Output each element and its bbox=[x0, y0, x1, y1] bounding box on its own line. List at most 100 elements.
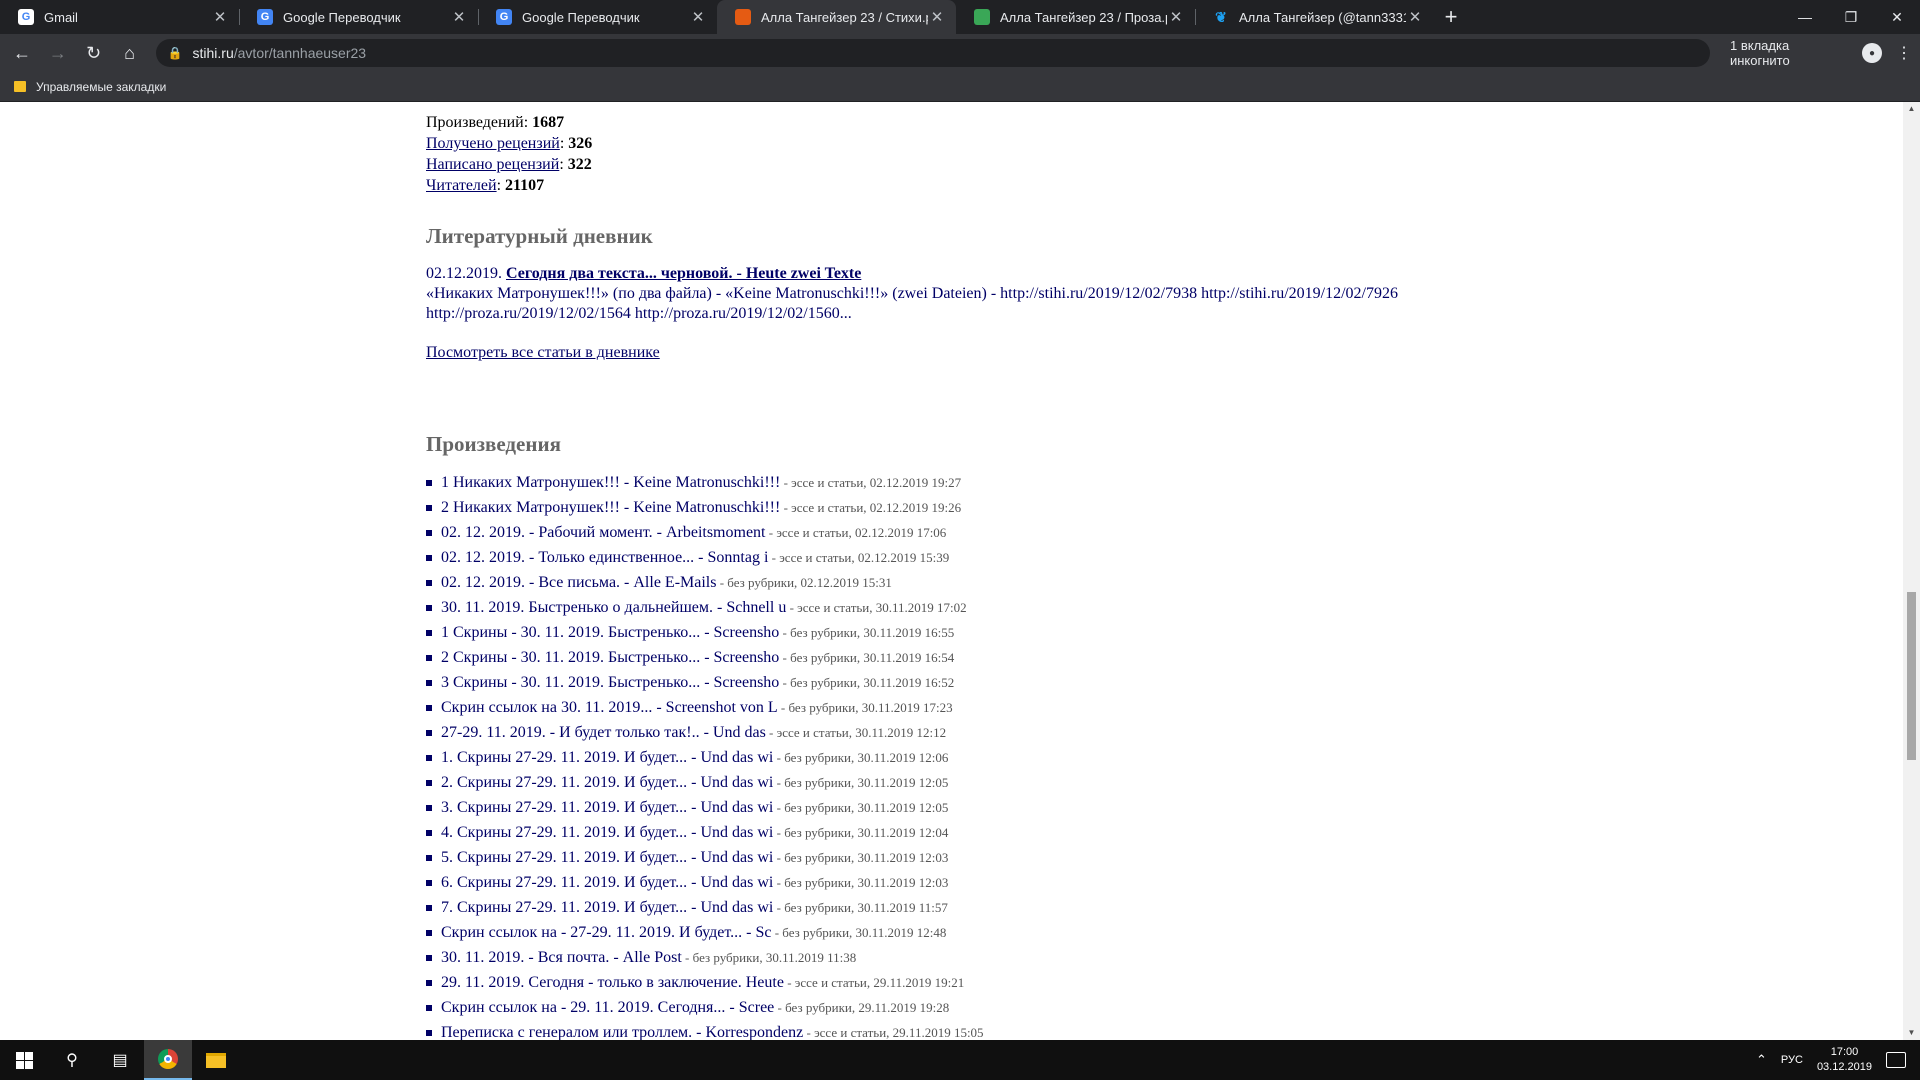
work-list-item: 7. Скрины 27-29. 11. 2019. И будет... - … bbox=[426, 897, 1526, 922]
work-meta: - без рубрики, 02.12.2019 15:31 bbox=[716, 575, 892, 590]
work-meta: - без рубрики, 30.11.2019 12:05 bbox=[773, 800, 949, 815]
tab-close-icon[interactable]: ✕ bbox=[1167, 8, 1185, 26]
work-meta: - эссе и статьи, 02.12.2019 19:27 bbox=[780, 475, 962, 490]
forward-arrow-icon[interactable]: → bbox=[44, 39, 72, 67]
browser-tab-title: Google Переводчик bbox=[522, 9, 640, 25]
work-title-link[interactable]: Скрин ссылок на 30. 11. 2019... - Screen… bbox=[441, 699, 778, 716]
tray-chevron-up-icon[interactable]: ⌃ bbox=[1756, 1052, 1767, 1068]
browser-tab-title: Алла Тангейзер 23 / Проза.ру bbox=[1000, 9, 1167, 25]
window-close-icon[interactable]: ✕ bbox=[1874, 0, 1920, 34]
stat-reviews-received-value: 326 bbox=[568, 135, 593, 152]
work-title-link[interactable]: 29. 11. 2019. Сегодня - только в заключе… bbox=[441, 974, 784, 991]
work-title-link[interactable]: Переписка с генералом или троллем. - Kor… bbox=[441, 1024, 803, 1040]
file-explorer-icon[interactable] bbox=[192, 1040, 240, 1080]
window-controls: — ❐ ✕ bbox=[1782, 0, 1920, 34]
square-bullet-icon bbox=[426, 580, 432, 586]
work-title-link[interactable]: 5. Скрины 27-29. 11. 2019. И будет... - … bbox=[441, 849, 773, 866]
work-title-link[interactable]: 3 Скрины - 30. 11. 2019. Быстренько... -… bbox=[441, 674, 779, 691]
work-title-link[interactable]: Скрин ссылок на - 27-29. 11. 2019. И буд… bbox=[441, 924, 771, 941]
work-title-link[interactable]: 3. Скрины 27-29. 11. 2019. И будет... - … bbox=[441, 799, 773, 816]
minimize-icon[interactable]: — bbox=[1782, 0, 1828, 34]
work-list-item: 5. Скрины 27-29. 11. 2019. И будет... - … bbox=[426, 847, 1526, 872]
reload-icon[interactable]: ↻ bbox=[80, 39, 108, 67]
square-bullet-icon bbox=[426, 730, 432, 736]
browser-tab[interactable]: G Gmail ✕ bbox=[0, 0, 239, 34]
diary-entry-header: 02.12.2019. Сегодня два текста... чернов… bbox=[426, 264, 1526, 284]
work-list-item: 2 Скрины - 30. 11. 2019. Быстренько... -… bbox=[426, 647, 1526, 672]
stihi-icon bbox=[735, 9, 751, 25]
task-view-icon[interactable]: ▤ bbox=[96, 1040, 144, 1080]
notifications-icon[interactable] bbox=[1886, 1052, 1906, 1068]
work-title-link[interactable]: 02. 12. 2019. - Только единственное... -… bbox=[441, 549, 768, 566]
tab-close-icon[interactable]: ✕ bbox=[689, 8, 707, 26]
browser-tab-title: Алла Тангейзер (@tann333111a bbox=[1239, 9, 1406, 25]
work-list-item: 1. Скрины 27-29. 11. 2019. И будет... - … bbox=[426, 747, 1526, 772]
new-tab-plus-icon[interactable]: + bbox=[1434, 0, 1468, 34]
tab-close-icon[interactable]: ✕ bbox=[1406, 8, 1424, 26]
work-title-link[interactable]: Скрин ссылок на - 29. 11. 2019. Сегодня.… bbox=[441, 999, 774, 1016]
work-title-link[interactable]: 30. 11. 2019. Быстренько о дальнейшем. -… bbox=[441, 599, 786, 616]
reviews-received-link[interactable]: Получено рецензий bbox=[426, 135, 560, 152]
work-meta: - эссе и статьи, 30.11.2019 17:02 bbox=[786, 600, 967, 615]
proza-icon bbox=[974, 9, 990, 25]
language-indicator[interactable]: РУС bbox=[1781, 1054, 1803, 1066]
readers-link[interactable]: Читателей bbox=[426, 177, 497, 194]
twitter-icon: ❦ bbox=[1215, 8, 1227, 25]
browser-tab[interactable]: Алла Тангейзер 23 / Стихи.ру ✕ bbox=[717, 0, 956, 34]
tab-close-icon[interactable]: ✕ bbox=[450, 8, 468, 26]
scroll-down-arrow-icon[interactable]: ▼ bbox=[1903, 1026, 1920, 1040]
work-meta: - без рубрики, 30.11.2019 12:04 bbox=[773, 825, 949, 840]
work-meta: - без рубрики, 30.11.2019 12:03 bbox=[773, 850, 949, 865]
work-title-link[interactable]: 2 Никаких Матронушек!!! - Keine Matronus… bbox=[441, 499, 780, 516]
work-list-item: 1 Никаких Матронушек!!! - Keine Matronus… bbox=[426, 472, 1526, 497]
work-title-link[interactable]: 02. 12. 2019. - Рабочий момент. - Arbeit… bbox=[441, 524, 766, 541]
incognito-indicator[interactable]: 1 вкладка инкогнито ● bbox=[1730, 38, 1882, 68]
square-bullet-icon bbox=[426, 880, 432, 886]
work-list-item: Скрин ссылок на - 29. 11. 2019. Сегодня.… bbox=[426, 997, 1526, 1022]
scrollbar-thumb[interactable] bbox=[1907, 592, 1916, 760]
tab-strip: G Gmail ✕ G Google Переводчик ✕ G Google Перево… bbox=[0, 0, 1920, 34]
windows-taskbar: ⚲ ▤ ⌃ РУС 17:00 03.12.2019 bbox=[0, 1040, 1920, 1080]
square-bullet-icon bbox=[426, 955, 432, 961]
work-title-link[interactable]: 30. 11. 2019. - Вся почта. - Alle Post bbox=[441, 949, 682, 966]
diary-all-link[interactable]: Посмотреть все статьи в дневнике bbox=[426, 344, 660, 362]
work-title-link[interactable]: 27-29. 11. 2019. - И будет только так!..… bbox=[441, 724, 766, 741]
work-title-link[interactable]: 2. Скрины 27-29. 11. 2019. И будет... - … bbox=[441, 774, 773, 791]
work-title-link[interactable]: 1 Скрины - 30. 11. 2019. Быстренько... -… bbox=[441, 624, 779, 641]
lock-icon[interactable]: 🔒 bbox=[168, 46, 183, 60]
browser-tab[interactable]: Алла Тангейзер 23 / Проза.ру ✕ bbox=[956, 0, 1195, 34]
browser-tab[interactable]: ❦ Алла Тангейзер (@tann333111a✕ bbox=[1195, 0, 1434, 34]
clock[interactable]: 17:00 03.12.2019 bbox=[1817, 1045, 1872, 1075]
page-scrollbar[interactable]: ▲ ▼ bbox=[1903, 102, 1920, 1040]
home-icon[interactable]: ⌂ bbox=[116, 39, 144, 67]
scroll-up-arrow-icon[interactable]: ▲ bbox=[1903, 102, 1920, 116]
square-bullet-icon bbox=[426, 905, 432, 911]
kebab-menu-icon[interactable]: ⋮ bbox=[1896, 43, 1912, 63]
browser-tab[interactable]: G Google Переводчик ✕ bbox=[239, 0, 478, 34]
windows-start-icon[interactable] bbox=[0, 1040, 48, 1080]
search-icon[interactable]: ⚲ bbox=[48, 1040, 96, 1080]
back-arrow-icon[interactable]: ← bbox=[8, 39, 36, 67]
address-bar[interactable]: 🔒 stihi.ru/avtor/tannhaeuser23 bbox=[155, 39, 1710, 67]
work-title-link[interactable]: 1. Скрины 27-29. 11. 2019. И будет... - … bbox=[441, 749, 773, 766]
tab-close-icon[interactable]: ✕ bbox=[928, 8, 946, 26]
work-title-link[interactable]: 6. Скрины 27-29. 11. 2019. И будет... - … bbox=[441, 874, 773, 891]
chrome-taskbar-icon[interactable] bbox=[144, 1040, 192, 1080]
square-bullet-icon bbox=[426, 555, 432, 561]
work-title-link[interactable]: 4. Скрины 27-29. 11. 2019. И будет... - … bbox=[441, 824, 773, 841]
bookmark-folder-managed[interactable]: Управляемые закладки bbox=[36, 80, 166, 94]
square-bullet-icon bbox=[426, 480, 432, 486]
restore-icon[interactable]: ❐ bbox=[1828, 0, 1874, 34]
browser-tab[interactable]: G Google Переводчик ✕ bbox=[478, 0, 717, 34]
square-bullet-icon bbox=[426, 780, 432, 786]
tab-close-icon[interactable]: ✕ bbox=[211, 8, 229, 26]
diary-entry-link[interactable]: Сегодня два текста... черновой. - Heute … bbox=[506, 265, 861, 282]
stat-works-label: Произведений bbox=[426, 114, 524, 131]
browser-tab-title: Google Переводчик bbox=[283, 9, 401, 25]
work-title-link[interactable]: 02. 12. 2019. - Все письма. - Alle E-Mai… bbox=[441, 574, 716, 591]
square-bullet-icon bbox=[426, 705, 432, 711]
work-title-link[interactable]: 7. Скрины 27-29. 11. 2019. И будет... - … bbox=[441, 899, 773, 916]
work-title-link[interactable]: 2 Скрины - 30. 11. 2019. Быстренько... -… bbox=[441, 649, 779, 666]
reviews-written-link[interactable]: Написано рецензий bbox=[426, 156, 559, 173]
work-title-link[interactable]: 1 Никаких Матронушек!!! - Keine Matronus… bbox=[441, 474, 780, 491]
